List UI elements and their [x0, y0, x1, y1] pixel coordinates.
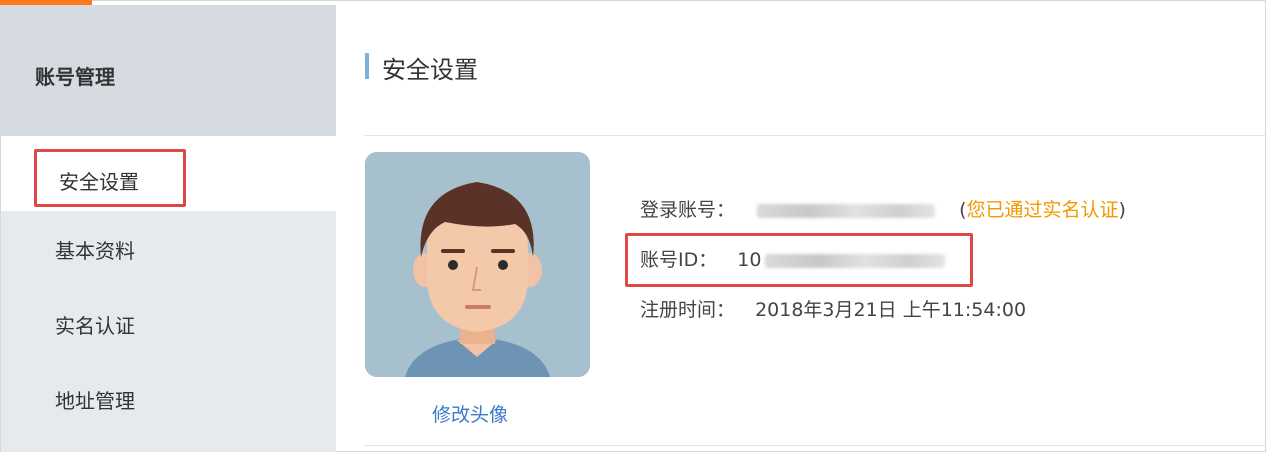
- sidebar-item-real-name[interactable]: 实名认证: [1, 286, 336, 361]
- register-time-label: 注册时间：: [640, 299, 736, 321]
- register-time-value: 2018年3月21日 上午11:54:00: [755, 299, 1027, 321]
- sidebar-item-label: 地址管理: [55, 389, 135, 413]
- change-avatar-link[interactable]: 修改头像: [432, 400, 508, 427]
- sidebar: 账号管理 安全设置 基本资料 实名认证 地址管理: [1, 5, 336, 452]
- real-name-verified-link[interactable]: 您已通过实名认证: [967, 199, 1119, 221]
- login-account-value-redacted: [757, 203, 936, 218]
- sidebar-item-address[interactable]: 地址管理: [1, 361, 336, 436]
- login-account-label: 登录账号：: [640, 199, 736, 221]
- verify-open-paren: (: [959, 199, 967, 221]
- highlight-box-account-id: [625, 233, 973, 287]
- register-time-row: 注册时间： 2018年3月21日 上午11:54:00: [640, 295, 1026, 322]
- sidebar-item-label: 安全设置: [59, 170, 139, 194]
- highlight-box-active-item: 安全设置: [34, 149, 186, 207]
- main-content: 安全设置 修改头像 登录账号： (您已通过实名认证) 账号ID： 10 注册时间…: [336, 5, 1265, 452]
- divider: [364, 135, 1265, 136]
- title-accent-bar: [365, 53, 369, 79]
- verify-close-paren: ): [1118, 199, 1126, 221]
- sidebar-header-title: 账号管理: [35, 65, 115, 89]
- sidebar-item-security-settings[interactable]: 安全设置: [1, 136, 336, 211]
- top-border: [0, 0, 1266, 1]
- page-title: 安全设置: [382, 56, 478, 84]
- sidebar-item-basic-info[interactable]: 基本资料: [1, 211, 336, 286]
- sidebar-header: 账号管理: [1, 5, 336, 136]
- login-account-row: 登录账号： (您已通过实名认证): [640, 195, 1126, 222]
- sidebar-item-label: 实名认证: [55, 314, 135, 338]
- divider: [364, 445, 1265, 446]
- user-avatar-icon: [365, 152, 590, 377]
- sidebar-item-label: 基本资料: [55, 239, 135, 263]
- avatar-illustration: [365, 152, 590, 377]
